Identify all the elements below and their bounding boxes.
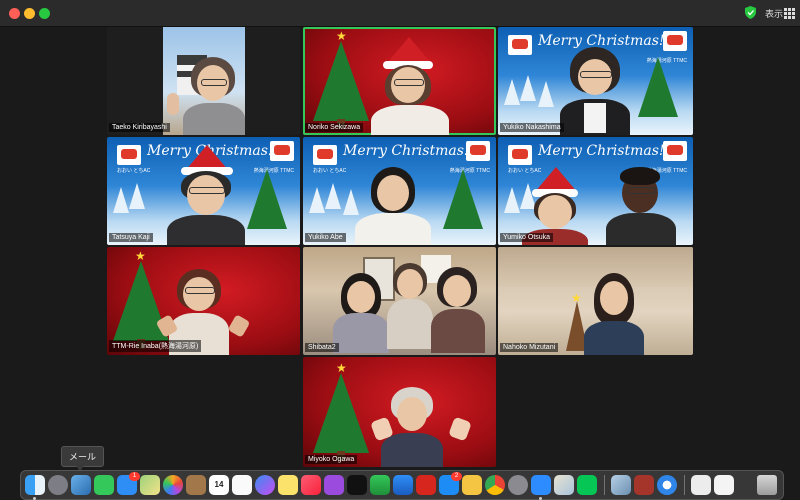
dictionary-icon[interactable] (634, 475, 654, 495)
messages-badge: 1 (129, 472, 140, 481)
window-titlebar: 表示 (0, 0, 800, 27)
participant-name: Yumiko Otsuka (500, 233, 554, 242)
maps-icon[interactable] (140, 475, 160, 495)
launchpad-icon[interactable] (48, 475, 68, 495)
tmc-logo (313, 145, 337, 165)
safari-icon[interactable] (657, 475, 677, 495)
photo-library-icon[interactable] (611, 475, 631, 495)
close-window-button[interactable] (9, 8, 20, 19)
participant-name: Tatsuya Kaji (109, 233, 153, 242)
podcasts-icon[interactable] (324, 475, 344, 495)
calendar-icon[interactable]: 14 (209, 475, 229, 495)
chrome-icon[interactable] (485, 475, 505, 495)
app-store-badge: 2 (451, 472, 462, 481)
zoom-window-button[interactable] (39, 8, 50, 19)
background-caption: おおい とちAC (313, 168, 347, 174)
participant-name: Yukiko Abe (305, 233, 346, 242)
dock-tooltip: メール (61, 446, 105, 471)
participant-name: Noriko Sekizawa (305, 123, 364, 132)
participant-name: Yukiko Nakashima (500, 123, 564, 132)
gallery-view: Taeko Kiribayashi ★ Noriko Sekizawa Merr… (0, 27, 800, 470)
line-icon[interactable] (577, 475, 597, 495)
file-icon[interactable] (714, 475, 734, 495)
video-tile-yukiko-nakashima[interactable]: Merry Christmas! 熱海湯河原 TTMC Yukiko Nakas… (498, 27, 693, 135)
numbers-icon[interactable] (370, 475, 390, 495)
view-menu-label[interactable]: 表示 (765, 7, 783, 20)
app-store-icon[interactable]: 2 (439, 472, 462, 495)
zoom-icon[interactable] (531, 475, 551, 495)
minimize-window-button[interactable] (24, 8, 35, 19)
preview-image-icon[interactable] (554, 475, 574, 495)
tv-icon[interactable] (347, 475, 367, 495)
facetime-icon[interactable] (94, 475, 114, 495)
video-tile-tatsuya[interactable]: Merry Christmas! おおい とちAC 熱海湯河原 TTMC Tat… (107, 137, 300, 245)
merry-christmas-banner: Merry Christmas! (538, 143, 665, 159)
participant-name: Shibata2 (305, 343, 339, 352)
participant-name: Nahoko Mizutani (500, 343, 559, 352)
tmc-logo (508, 145, 532, 165)
dock: 1 14 2 (20, 470, 784, 500)
finder-icon[interactable] (25, 475, 45, 495)
messages-icon[interactable]: 1 (117, 472, 140, 495)
acrobat-icon[interactable] (416, 475, 436, 495)
video-tile-yukiko-abe[interactable]: Merry Christmas! おおい とちAC 熱海湯河原 TTMC Yuk… (303, 137, 496, 245)
santa-logo (466, 141, 490, 161)
video-tile-shibata2[interactable]: Shibata2 (303, 247, 496, 355)
shield-icon[interactable] (745, 6, 756, 19)
participant-name: Taeko Kiribayashi (109, 123, 170, 132)
preview-icon[interactable] (71, 475, 91, 495)
document-icon[interactable] (691, 475, 711, 495)
keynote-icon[interactable] (393, 475, 413, 495)
tmc-logo (117, 145, 141, 165)
music-icon[interactable] (301, 475, 321, 495)
system-preferences-icon[interactable] (508, 475, 528, 495)
santa-logo (270, 141, 294, 161)
messenger-icon[interactable] (255, 475, 275, 495)
participant-name: Miyoko Ogawa (305, 455, 358, 464)
trash-icon[interactable] (757, 475, 777, 495)
santa-logo (663, 31, 687, 51)
gallery-view-icon[interactable] (784, 8, 795, 19)
merry-christmas-banner: Merry Christmas! (343, 143, 470, 159)
photos-icon[interactable] (163, 475, 183, 495)
video-tile-taeko[interactable]: Taeko Kiribayashi (107, 27, 300, 135)
background-caption: おおい とちAC (117, 168, 151, 174)
calendar-day: 14 (214, 480, 224, 489)
reminders-icon[interactable] (232, 475, 252, 495)
merry-christmas-banner: Merry Christmas! (538, 33, 665, 49)
video-tile-yumiko[interactable]: Merry Christmas! おおい とちAC 熱海湯河原 TTMC Yum… (498, 137, 693, 245)
tmc-logo (508, 35, 532, 55)
stickies-icon[interactable] (278, 475, 298, 495)
participant-name: TTM-Rie Inaba(熱海湯河原) (109, 340, 202, 352)
santa-logo (663, 141, 687, 161)
video-tile-miyoko[interactable]: ★ Miyoko Ogawa (303, 357, 496, 467)
video-tile-rie[interactable]: ★ TTM-Rie Inaba(熱海湯河原) (107, 247, 300, 355)
video-tile-noriko[interactable]: ★ Noriko Sekizawa (303, 27, 496, 135)
pencil-icon[interactable] (462, 475, 482, 495)
notes-brown-icon[interactable] (186, 475, 206, 495)
video-tile-nahoko[interactable]: ★ Nahoko Mizutani (498, 247, 693, 355)
star-icon: ★ (571, 291, 582, 305)
